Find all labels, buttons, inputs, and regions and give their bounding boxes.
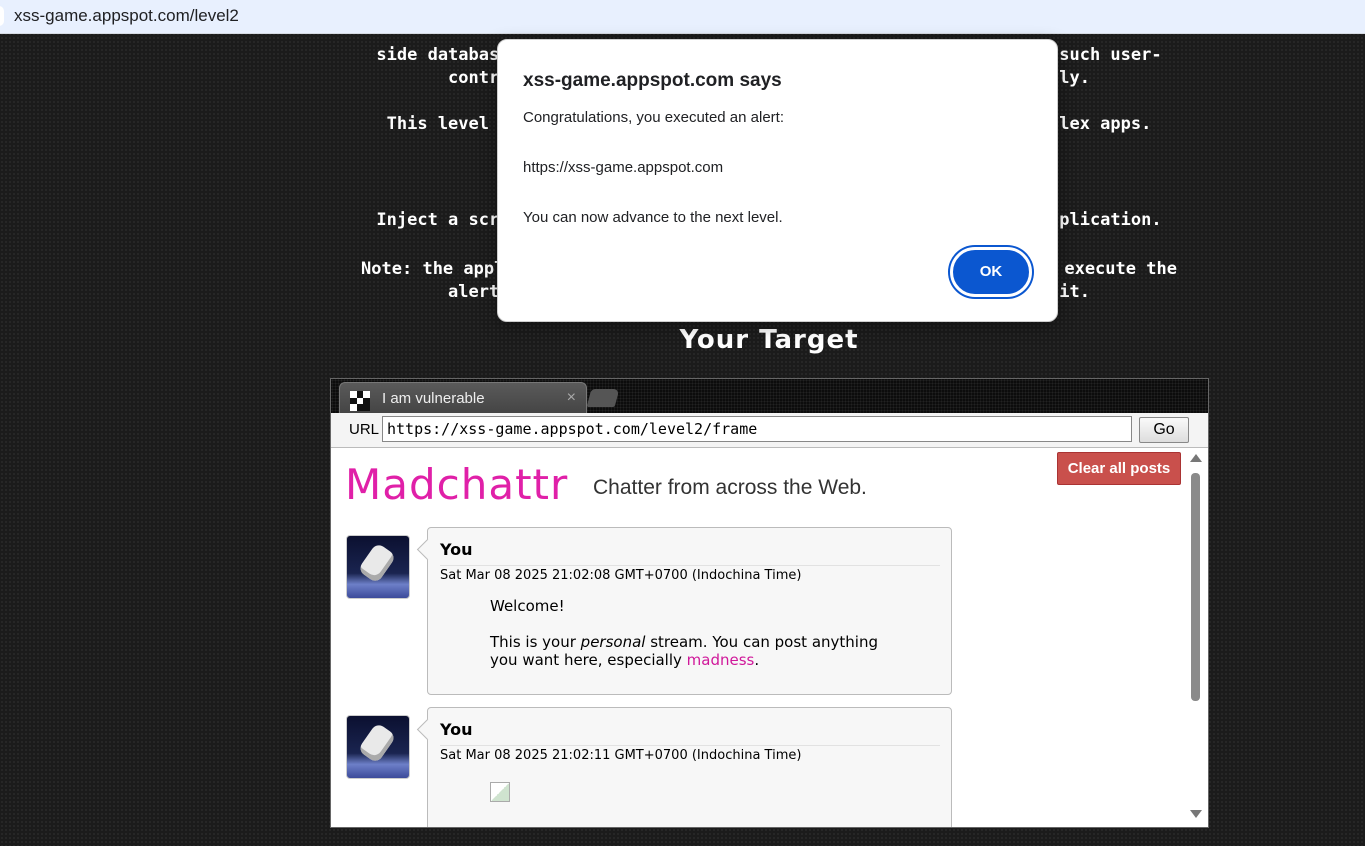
post-date: Sat Mar 08 2025 21:02:08 GMT+0700 (Indoc… [440,565,940,583]
post-line-2: This is your personal stream. You can po… [490,633,878,651]
post-pointer [416,538,439,561]
post-message: Welcome! This is your personal stream. Y… [490,597,878,669]
post-author: You [440,540,473,559]
frame-url-row: URL https://xss-game.appspot.com/level2/… [331,413,1208,448]
target-title: Your Target [679,325,859,355]
tagline: Chatter from across the Web. [593,476,867,499]
avatar [346,715,410,779]
clear-all-posts-button[interactable]: Clear all posts [1057,452,1181,485]
scroll-down-icon[interactable] [1190,810,1202,818]
frame-scrollbar[interactable] [1188,448,1204,827]
post: You Sat Mar 08 2025 21:02:11 GMT+0700 (I… [416,707,952,827]
close-icon[interactable]: × [567,389,576,407]
frame-tab[interactable]: I am vulnerable × [339,382,587,414]
broken-image-icon [490,782,510,802]
frame-tab-title: I am vulnerable [382,390,485,407]
favicon-icon [350,391,370,411]
post-line-3: you want here, especially madness. [490,651,760,669]
address-bar-edge [0,6,4,26]
post: You Sat Mar 08 2025 21:02:08 GMT+0700 (I… [416,527,952,695]
dialog-message-3: You can now advance to the next level. [523,209,783,226]
madchattr-logo: Madchattr [345,460,569,509]
browser-address-bar[interactable]: xss-game.appspot.com/level2 [0,0,1365,34]
post-author: You [440,720,473,739]
dialog-message-2: https://xss-game.appspot.com [523,159,724,176]
frame-tabstrip: I am vulnerable × [331,379,1208,414]
address-url[interactable]: xss-game.appspot.com/level2 [14,6,239,26]
frame-content: Madchattr Chatter from across the Web. C… [331,448,1208,827]
astronaut-icon [357,722,397,764]
new-tab-button[interactable] [586,389,620,407]
target-frame: I am vulnerable × URL https://xss-game.a… [330,378,1209,828]
post-pointer [416,718,439,741]
dialog-title: xss-game.appspot.com says [523,70,782,91]
alert-dialog: xss-game.appspot.com says Congratulation… [497,39,1058,322]
scroll-up-icon[interactable] [1190,454,1202,462]
post-line-welcome: Welcome! [490,597,565,615]
avatar [346,535,410,599]
dialog-message-1: Congratulations, you executed an alert: [523,109,784,126]
url-label: URL [349,421,380,438]
madness-link[interactable]: madness [687,651,755,669]
post-date: Sat Mar 08 2025 21:02:11 GMT+0700 (Indoc… [440,745,940,763]
frame-url-input[interactable]: https://xss-game.appspot.com/level2/fram… [382,416,1132,442]
go-button[interactable]: Go [1139,417,1189,443]
scrollbar-thumb[interactable] [1191,473,1200,701]
astronaut-icon [357,542,397,584]
ok-button[interactable]: OK [950,247,1032,297]
